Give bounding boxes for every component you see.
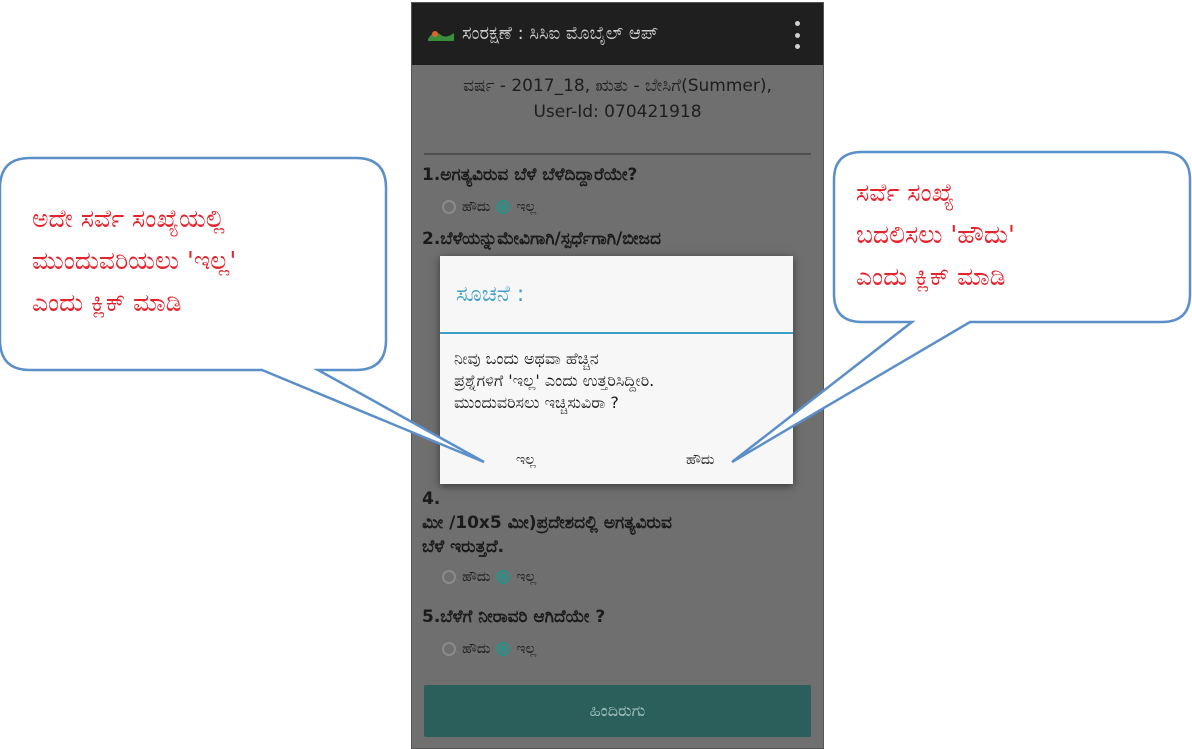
question-4-line3: ಬೆಳೆ ಇರುತ್ತದೆ. bbox=[422, 537, 505, 557]
app-logo-icon bbox=[428, 31, 454, 41]
left-callout-line1: ಅದೇ ಸರ್ವೆ ಸಂಖ್ಯೆಯಲ್ಲಿ bbox=[32, 204, 225, 233]
dialog-divider bbox=[440, 332, 793, 334]
right-callout-text: ಸರ್ವೆ ಸಂಖ್ಯೆ ಬದಲಿಸಲು 'ಹೌದು' ಎಂದು ಕ್ಲಿಕ್ … bbox=[856, 172, 1015, 298]
dialog-yes-button[interactable]: ಹೌದು bbox=[686, 452, 714, 468]
dialog-no-button[interactable]: ಇಲ್ಲ bbox=[516, 452, 536, 468]
q1-yes-label: ಹೌದು bbox=[462, 199, 491, 215]
question-5-options: ಹೌದು ಇಲ್ಲ bbox=[442, 641, 536, 657]
q5-no-radio[interactable] bbox=[496, 642, 511, 656]
q1-yes-radio[interactable] bbox=[442, 200, 456, 214]
app-title: ಸಂರಕ್ಷಣೆ : ಸಿಸಿಐ ಮೊಬೈಲ್ ಆಪ್ bbox=[462, 23, 659, 44]
q4-yes-label: ಹೌದು bbox=[462, 569, 491, 585]
question-4-line2: ಮೀ /10x5 ಮೀ)ಪ್ರದೇಶದಲ್ಲಿ ಅಗತ್ಯವಿರುವ bbox=[422, 513, 672, 533]
dialog-message-line2: ಪ್ರಶ್ನೆಗಳಿಗೆ 'ಇಲ್ಲ' ಎಂದು ಉತ್ತರಿಸಿದ್ದೀರಿ. bbox=[454, 371, 655, 390]
dialog-message: ನೀವು ಒಂದು ಅಥವಾ ಹೆಚ್ಚಿನ ಪ್ರಶ್ನೆಗಳಿಗೆ 'ಇಲ್… bbox=[454, 348, 779, 414]
q1-no-radio[interactable] bbox=[496, 200, 511, 214]
app-bar: ಸಂರಕ್ಷಣೆ : ಸಿಸಿಐ ಮೊಬೈಲ್ ಆಪ್ bbox=[412, 3, 823, 65]
back-button[interactable]: ಹಿಂದಿರುಗು bbox=[424, 685, 811, 737]
q1-no-label: ಇಲ್ಲ bbox=[516, 199, 537, 215]
question-4-options: ಹೌದು ಇಲ್ಲ bbox=[442, 569, 536, 585]
dialog-message-line3: ಮುಂದುವರಿಸಲು ಇಚ್ಚಿಸುವಿರಾ ? bbox=[454, 393, 619, 412]
question-4-line1: 4. bbox=[422, 489, 441, 509]
dialog-message-line1: ನೀವು ಒಂದು ಅಥವಾ ಹೆಚ್ಚಿನ bbox=[454, 349, 599, 368]
q4-no-label: ಇಲ್ಲ bbox=[516, 569, 537, 585]
q5-no-label: ಇಲ್ಲ bbox=[516, 641, 537, 657]
dialog-title: ಸೂಚನೆ : bbox=[456, 282, 525, 307]
left-callout-text: ಅದೇ ಸರ್ವೆ ಸಂಖ್ಯೆಯಲ್ಲಿ ಮುಂದುವರಿಯಲು 'ಇಲ್ಲ'… bbox=[32, 198, 236, 324]
q4-no-radio[interactable] bbox=[496, 570, 511, 584]
question-1: 1.ಅಗತ್ಯವಿರುವ ಬೆಳೆ ಬೆಳೆದಿದ್ದಾರೆಯೇ? bbox=[422, 165, 638, 185]
question-5: 5.ಬೆಳೆಗೆ ನೀರಾವರಿ ಆಗಿದೆಯೇ ? bbox=[422, 607, 606, 627]
user-id-text: User-Id: 070421918 bbox=[533, 102, 702, 122]
q5-yes-radio[interactable] bbox=[442, 642, 456, 656]
q4-yes-radio[interactable] bbox=[442, 570, 456, 584]
question-2: 2.ಬೆಳೆಯನ್ನುಮೇವಿಗಾಗಿ/ಸ್ಪರ್ಧೆಗಾಗಿ/ಬೀಜದ bbox=[422, 229, 661, 249]
confirmation-dialog: ಸೂಚನೆ : ನೀವು ಒಂದು ಅಥವಾ ಹೆಚ್ಚಿನ ಪ್ರಶ್ನೆಗಳ… bbox=[440, 256, 793, 484]
overflow-menu-icon[interactable] bbox=[795, 21, 801, 49]
question-1-options: ಹೌದು ಇಲ್ಲ bbox=[442, 199, 536, 215]
season-year-text: ವರ್ಷ - 2017_18, ಋತು - ಬೇಸಿಗೆ(Summer), bbox=[463, 76, 772, 96]
right-callout-line2: ಬದಲಿಸಲು 'ಹೌದು' bbox=[856, 220, 1015, 249]
right-callout-line3: ಎಂದು ಕ್ಲಿಕ್ ಮಾಡಿ bbox=[856, 262, 1006, 291]
season-header: ವರ್ಷ - 2017_18, ಋತು - ಬೇಸಿಗೆ(Summer), Us… bbox=[412, 65, 823, 131]
q5-yes-label: ಹೌದು bbox=[462, 641, 491, 657]
left-callout-line3: ಎಂದು ಕ್ಲಿಕ್ ಮಾಡಿ bbox=[32, 288, 182, 317]
left-callout-line2: ಮುಂದುವರಿಯಲು 'ಇಲ್ಲ' bbox=[32, 246, 237, 275]
right-callout-line1: ಸರ್ವೆ ಸಂಖ್ಯೆ bbox=[856, 178, 955, 207]
divider bbox=[424, 153, 811, 155]
